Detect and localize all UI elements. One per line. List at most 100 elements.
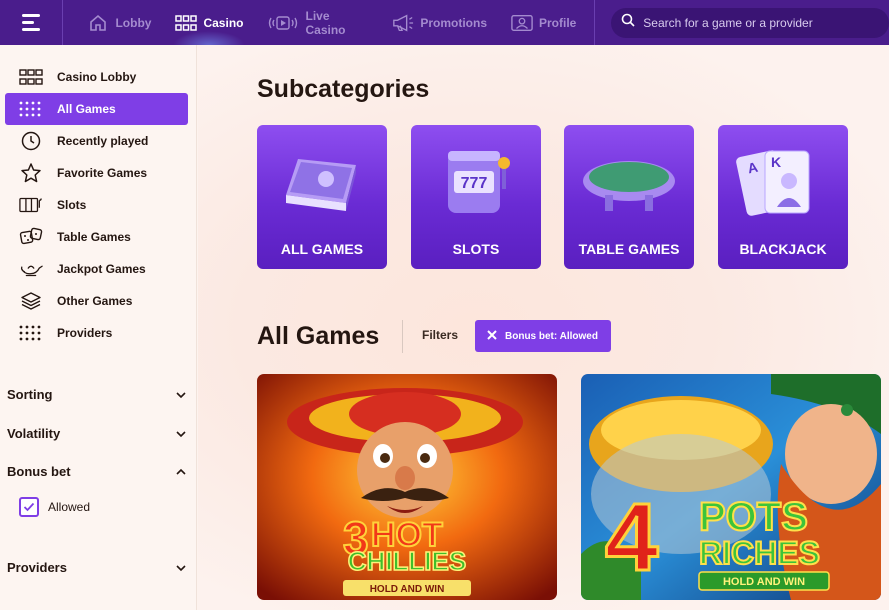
nav-live-casino-label: Live Casino (305, 8, 346, 37)
active-filter-label: Bonus bet: Allowed (505, 330, 598, 342)
title-divider (402, 320, 403, 353)
game-logo-tagline: HOLD AND WIN (370, 584, 445, 595)
subcategory-label: ALL GAMES (280, 241, 364, 257)
subcategory-all-games[interactable]: ALL GAMES (257, 125, 387, 269)
filter-bonus-bet-toggle[interactable]: Bonus bet (7, 464, 187, 479)
sidebar-item-casino-lobby[interactable]: Casino Lobby (5, 61, 188, 93)
filter-bonus-bet-label: Bonus bet (7, 464, 71, 479)
bonus-allowed-option[interactable]: Allowed (19, 497, 90, 517)
nav-casino-label: Casino (203, 15, 244, 30)
sidebar-item-label: All Games (57, 102, 116, 116)
svg-text:K: K (771, 154, 781, 170)
hamburger-icon (22, 14, 41, 31)
filter-volatility-label: Volatility (7, 426, 61, 441)
game-logo: 3 HOT CHILLIES HOLD AND WIN (342, 511, 471, 596)
game-logo-word: CHILLIES (348, 546, 466, 576)
sidebar-item-all-games[interactable]: All Games (5, 93, 188, 125)
sidebar-item-label: Favorite Games (57, 166, 148, 180)
close-icon[interactable] (487, 329, 497, 343)
lamp-icon (19, 259, 43, 279)
layers-icon (19, 291, 43, 311)
dice-icon (19, 227, 43, 247)
all-games-title: All Games (257, 322, 380, 350)
menu-button[interactable] (0, 0, 64, 45)
star-icon (19, 163, 43, 183)
sidebar-item-label: Table Games (57, 230, 131, 244)
sidebar: Casino Lobby All Games Recently played F… (0, 45, 197, 610)
sidebar-item-slots[interactable]: Slots (5, 189, 188, 221)
search-icon (621, 13, 635, 32)
nav-live-casino[interactable]: Live Casino (255, 0, 380, 45)
subcategory-label: TABLE GAMES (578, 241, 680, 257)
video-icon (267, 14, 299, 32)
grid-icon (19, 67, 43, 87)
filter-sorting-label: Sorting (7, 387, 53, 402)
subcategory-blackjack[interactable]: A K BLACKJACK (718, 125, 848, 269)
chevron-down-icon (175, 387, 187, 402)
nav-casino[interactable]: Casino (163, 0, 255, 45)
sidebar-item-recently-played[interactable]: Recently played (5, 125, 188, 157)
dots-grid-icon (19, 323, 43, 343)
slot-machine-icon: 777 (448, 151, 510, 213)
chevron-down-icon (175, 426, 187, 441)
subcategory-table-games[interactable]: TABLE GAMES (564, 125, 694, 269)
game-logo-word: POTS (699, 495, 808, 539)
filters-label: Filters (422, 328, 459, 342)
nav-promotions-label: Promotions (420, 15, 487, 30)
sidebar-item-other-games[interactable]: Other Games (5, 285, 188, 317)
grid-icon (175, 14, 198, 32)
subcategory-label: SLOTS (452, 241, 500, 257)
filter-volatility-toggle[interactable]: Volatility (7, 426, 187, 441)
megaphone-icon (392, 14, 414, 32)
nav-profile[interactable]: Profile (499, 0, 588, 45)
filter-providers-label: Providers (7, 560, 67, 575)
profile-icon (511, 14, 533, 32)
home-icon (87, 14, 109, 32)
sidebar-item-table-games[interactable]: Table Games (5, 221, 188, 253)
playing-cards-icon: A K (736, 150, 810, 216)
main-content: Subcategories ALL GAMES 777 SLOTS TABLE … (198, 45, 889, 610)
sidebar-item-providers[interactable]: Providers (5, 317, 188, 349)
svg-text:777: 777 (461, 175, 488, 192)
top-bar: Lobby Casino Live Casino Promotions Prof… (0, 0, 889, 45)
bonus-allowed-checkbox[interactable] (19, 497, 39, 517)
search-bar[interactable] (611, 7, 889, 38)
sidebar-item-label: Other Games (57, 294, 133, 308)
book-icon (286, 159, 356, 211)
subcategories-title: Subcategories (257, 75, 430, 103)
slots-icon (19, 195, 43, 215)
sidebar-item-label: Slots (57, 198, 87, 212)
sidebar-item-label: Providers (57, 326, 113, 340)
chevron-down-icon (175, 560, 187, 575)
sidebar-item-label: Jackpot Games (57, 262, 146, 276)
sidebar-item-favorite-games[interactable]: Favorite Games (5, 157, 188, 189)
main-nav: Lobby Casino Live Casino Promotions Prof… (63, 0, 596, 45)
search-input[interactable] (643, 15, 874, 30)
game-logo-word: RICHES (699, 535, 820, 571)
nav-divider (594, 0, 596, 45)
nav-lobby[interactable]: Lobby (63, 0, 163, 45)
sidebar-categories: Casino Lobby All Games Recently played F… (0, 45, 196, 349)
game-tile-pots-riches[interactable]: 4 POTS RICHES HOLD AND WIN (581, 374, 881, 600)
filter-providers-toggle[interactable]: Providers (7, 560, 187, 575)
checkmark-icon (23, 502, 35, 512)
sidebar-item-label: Casino Lobby (57, 70, 137, 84)
nav-lobby-label: Lobby (115, 15, 152, 30)
game-tile-hot-chillies[interactable]: 3 HOT CHILLIES HOLD AND WIN (257, 374, 557, 600)
sidebar-item-jackpot-games[interactable]: Jackpot Games (5, 253, 188, 285)
active-filter-chip[interactable]: Bonus bet: Allowed (475, 320, 611, 352)
subcategory-label: BLACKJACK (739, 241, 827, 257)
game-logo: 4 POTS RICHES HOLD AND WIN (604, 483, 830, 593)
dots-grid-icon (19, 99, 43, 119)
filter-sorting-toggle[interactable]: Sorting (7, 387, 187, 402)
nav-profile-label: Profile (539, 15, 577, 30)
game-logo-tagline: HOLD AND WIN (723, 576, 805, 588)
bonus-allowed-label: Allowed (48, 500, 91, 514)
nav-promotions[interactable]: Promotions (380, 0, 499, 45)
subcategory-slots[interactable]: 777 SLOTS (411, 125, 541, 269)
poker-table-icon (583, 161, 675, 211)
chevron-up-icon (175, 464, 187, 479)
sidebar-item-label: Recently played (57, 134, 149, 148)
clock-icon (19, 131, 43, 151)
game-logo-number: 4 (605, 484, 658, 591)
